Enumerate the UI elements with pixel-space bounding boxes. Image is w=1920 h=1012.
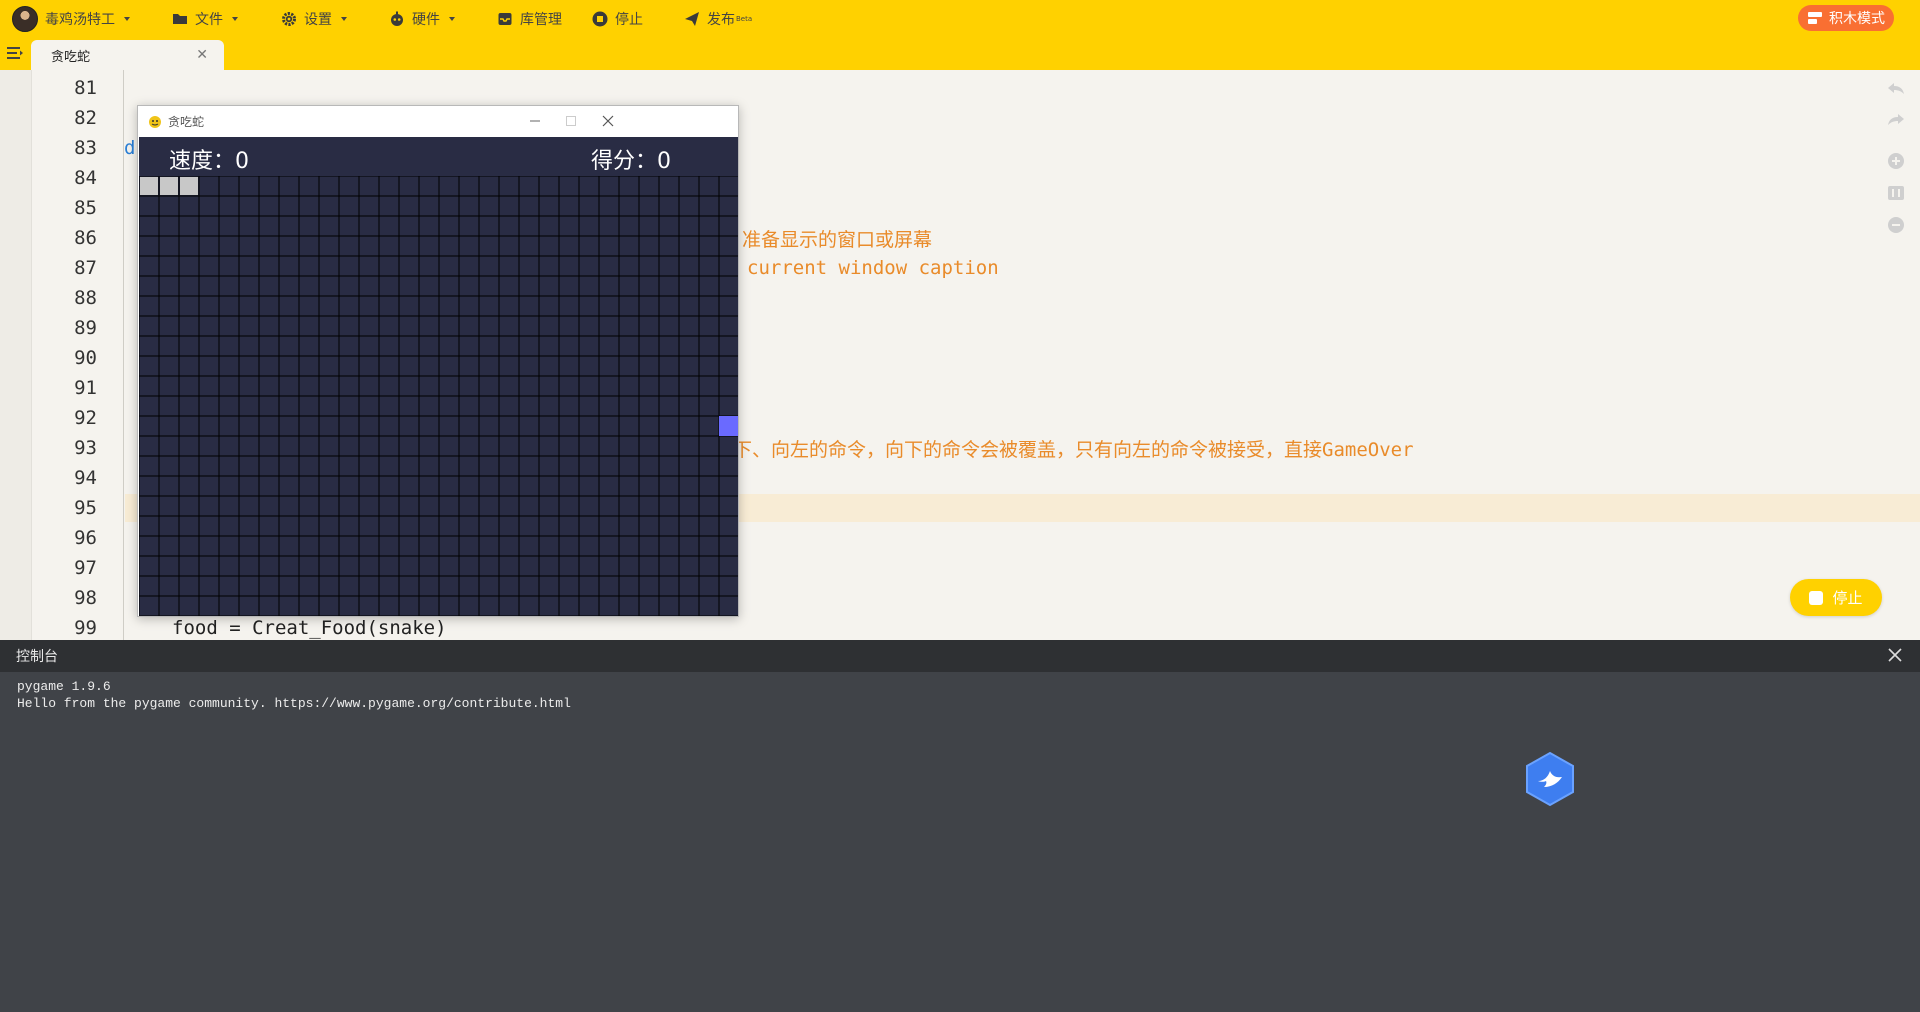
speed-value: 0 xyxy=(235,149,250,174)
gear-icon xyxy=(282,11,296,26)
line-number: 94 xyxy=(74,467,97,489)
score-label: 得分： xyxy=(591,149,658,174)
paper-plane-icon xyxy=(685,11,699,26)
line-number: 83 xyxy=(74,137,97,159)
line-number: 91 xyxy=(74,377,97,399)
left-strip xyxy=(0,70,32,640)
format-icon[interactable] xyxy=(1886,183,1906,203)
line-number-gutter: 81 82 83 84 85 86 87 88 89 90 91 92 93 9… xyxy=(32,70,124,640)
settings-menu[interactable]: 设置 xyxy=(281,0,347,37)
line-number: 93 xyxy=(74,437,97,459)
blocks-icon xyxy=(1808,12,1822,24)
settings-menu-label: 设置 xyxy=(304,11,332,28)
publish-menu-label: 发布 xyxy=(707,11,735,28)
game-grid xyxy=(139,176,738,616)
speed-label: 速度： xyxy=(169,149,236,174)
game-window-title: 贪吃蛇 xyxy=(168,114,205,129)
close-icon[interactable] xyxy=(597,110,619,132)
tab-label: 贪吃蛇 xyxy=(51,49,91,65)
bird-assistant-icon[interactable] xyxy=(1524,751,1576,807)
snake-segment xyxy=(140,177,158,195)
speed-display: 速度：0 xyxy=(169,143,249,175)
user-name: 毒鸡汤特工 xyxy=(45,11,115,28)
code-comment: 准备显示的窗口或屏幕 xyxy=(742,229,933,251)
console-header: 控制台 xyxy=(0,640,1920,672)
chevron-down-icon xyxy=(449,16,455,21)
block-mode-button[interactable]: 积木模式 xyxy=(1798,5,1894,31)
console-line: pygame 1.9.6 xyxy=(17,679,111,694)
hardware-menu-label: 硬件 xyxy=(412,11,440,28)
inbox-icon xyxy=(498,12,512,25)
stop-icon xyxy=(592,11,608,26)
snake-segment xyxy=(160,177,178,195)
hardware-menu[interactable]: 硬件 xyxy=(389,0,455,37)
file-menu-label: 文件 xyxy=(195,11,223,28)
ide-app: 毒鸡汤特工 文件 设置 硬件 库管理 停止 发布 Beta 积木模式 贪吃蛇 ✕… xyxy=(0,0,1920,1012)
score-display: 得分：0 xyxy=(591,143,671,175)
library-manager-label: 库管理 xyxy=(520,11,562,28)
line-number: 81 xyxy=(74,77,97,99)
code-line: food = Creat_Food(snake) xyxy=(172,617,447,639)
maximize-icon[interactable] xyxy=(560,110,582,132)
tab-bar: 贪吃蛇 ✕ xyxy=(0,37,1920,70)
minimize-icon[interactable] xyxy=(524,110,546,132)
line-number: 82 xyxy=(74,107,97,129)
close-icon[interactable] xyxy=(1886,646,1904,664)
tab-snake[interactable]: 贪吃蛇 ✕ xyxy=(31,40,224,70)
line-number: 87 xyxy=(74,257,97,279)
library-manager-button[interactable]: 库管理 xyxy=(497,0,562,37)
game-window[interactable]: 贪吃蛇 速度：0 得分：0 xyxy=(137,105,739,617)
console-title: 控制台 xyxy=(16,649,58,665)
publish-menu-button[interactable]: 发布 Beta xyxy=(684,0,752,37)
snake-segment xyxy=(180,177,198,195)
console-line: Hello from the pygame community. https:/… xyxy=(17,696,571,711)
redo-icon[interactable] xyxy=(1886,110,1906,130)
folder-icon xyxy=(173,13,187,24)
zoom-in-icon[interactable] xyxy=(1886,151,1906,171)
code-fragment: d xyxy=(124,137,136,159)
block-mode-label: 积木模式 xyxy=(1829,11,1885,27)
line-number: 86 xyxy=(74,227,97,249)
score-value: 0 xyxy=(657,149,672,174)
line-number: 85 xyxy=(74,197,97,219)
undo-icon[interactable] xyxy=(1886,79,1906,99)
close-icon[interactable]: ✕ xyxy=(196,48,208,62)
chevron-down-icon xyxy=(341,16,347,21)
line-number: 96 xyxy=(74,527,97,549)
line-number: 92 xyxy=(74,407,97,429)
line-number: 95 xyxy=(74,497,97,519)
stop-menu-label: 停止 xyxy=(615,11,643,28)
chevron-down-icon xyxy=(124,16,130,21)
line-number: 98 xyxy=(74,587,97,609)
line-number: 90 xyxy=(74,347,97,369)
code-comment: 下、向左的命令，向下的命令会被覆盖，只有向左的命令被接受，直接GameOver xyxy=(733,439,1414,461)
line-number: 89 xyxy=(74,317,97,339)
line-number: 99 xyxy=(74,617,97,639)
line-number: 84 xyxy=(74,167,97,189)
game-window-titlebar[interactable]: 贪吃蛇 xyxy=(138,106,738,136)
user-menu[interactable]: 毒鸡汤特工 xyxy=(12,0,130,37)
stop-run-label: 停止 xyxy=(1832,589,1863,607)
code-comment: current window caption xyxy=(747,257,999,279)
food-cell xyxy=(719,416,738,436)
game-surface[interactable]: 速度：0 得分：0 xyxy=(139,137,738,616)
stop-icon xyxy=(1809,590,1824,605)
top-menu-bar: 毒鸡汤特工 文件 设置 硬件 库管理 停止 发布 Beta 积木模式 xyxy=(0,0,1920,37)
stop-run-button[interactable]: 停止 xyxy=(1790,579,1882,616)
line-number: 88 xyxy=(74,287,97,309)
zoom-out-icon[interactable] xyxy=(1886,215,1906,235)
file-menu[interactable]: 文件 xyxy=(172,0,238,37)
line-number: 97 xyxy=(74,557,97,579)
sidebar-toggle-icon[interactable] xyxy=(7,46,23,60)
console-output[interactable]: pygame 1.9.6 Hello from the pygame commu… xyxy=(0,672,1920,1012)
robot-icon xyxy=(391,11,403,26)
chevron-down-icon xyxy=(232,16,238,21)
stop-menu-button[interactable]: 停止 xyxy=(592,0,643,37)
avatar xyxy=(12,5,38,32)
beta-badge: Beta xyxy=(736,14,753,23)
pygame-icon xyxy=(149,116,161,128)
